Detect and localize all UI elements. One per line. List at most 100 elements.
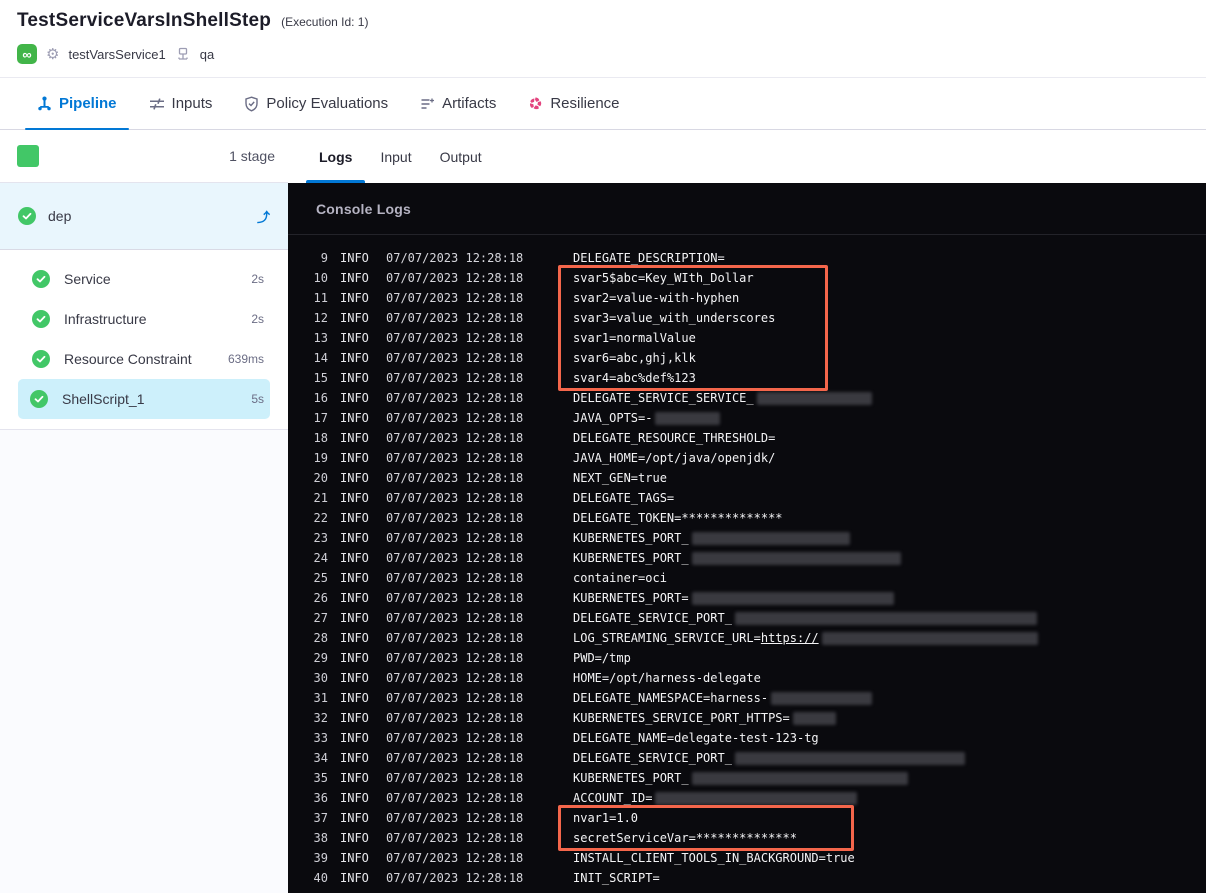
service-name[interactable]: testVarsService1 (68, 47, 165, 62)
log-level: INFO (340, 491, 369, 505)
log-level: INFO (340, 291, 369, 305)
log-message-text: DELEGATE_SERVICE_PORT_ (573, 751, 732, 765)
tab-artifacts[interactable]: Artifacts (408, 78, 508, 129)
log-line-number: 11 (313, 291, 328, 305)
log-line-number: 39 (313, 851, 328, 865)
log-tab-logs[interactable]: Logs (305, 130, 367, 183)
log-level: INFO (340, 611, 369, 625)
log-message-text: DELEGATE_TOKEN=************** (573, 511, 783, 525)
log-line: 16 INFO 07/07/2023 12:28:18 DELEGATE_SERVIC… (288, 388, 1206, 408)
log-line: 11 INFO 07/07/2023 12:28:18 svar2=value-wit… (288, 288, 1206, 308)
log-message: svar5$abc=Key_WIth_Dollar (573, 271, 754, 285)
console-log-lines[interactable]: 9 INFO 07/07/2023 12:28:18 DELEGATE_DESCRIP… (288, 248, 1206, 888)
log-line: 24 INFO 07/07/2023 12:28:18 KUBERNETES_PORT… (288, 548, 1206, 568)
log-timestamp: 07/07/2023 12:28:18 (386, 771, 524, 785)
redacted-value (756, 391, 872, 405)
log-line: 37 INFO 07/07/2023 12:28:18 nvar1=1.0 (288, 808, 1206, 828)
chevron-up-icon[interactable]: ⤴ (257, 207, 270, 226)
environment-name[interactable]: qa (200, 47, 214, 62)
check-circle-icon (30, 390, 48, 408)
step-duration: 5s (251, 392, 264, 406)
log-level: INFO (340, 411, 369, 425)
sidebar-item-infrastructure[interactable]: Infrastructure 2s (2, 299, 286, 339)
step-duration: 2s (251, 312, 264, 326)
tab-pipeline[interactable]: Pipeline (25, 78, 129, 130)
sidebar-item-service[interactable]: Service 2s (2, 259, 286, 299)
log-line-number: 23 (313, 531, 328, 545)
log-line-number: 35 (313, 771, 328, 785)
log-line-number: 26 (313, 591, 328, 605)
log-tab-input[interactable]: Input (377, 130, 414, 183)
log-message: KUBERNETES_PORT_ (573, 531, 850, 545)
log-line: 9 INFO 07/07/2023 12:28:18 DELEGATE_DESCRIP… (288, 248, 1206, 268)
log-message-text: KUBERNETES_PORT_ (573, 771, 689, 785)
log-link[interactable]: https:// (761, 631, 819, 645)
log-timestamp: 07/07/2023 12:28:18 (386, 871, 524, 885)
log-line: 23 INFO 07/07/2023 12:28:18 KUBERNETES_PORT… (288, 528, 1206, 548)
log-message-text: svar6=abc,ghj,klk (573, 351, 696, 365)
tab-label: Artifacts (442, 95, 497, 112)
log-message-text: KUBERNETES_SERVICE_PORT_HTTPS= (573, 711, 790, 725)
log-line-number: 25 (313, 571, 328, 585)
log-message-text: NEXT_GEN=true (573, 471, 667, 485)
log-message: NEXT_GEN=true (573, 471, 667, 485)
log-message: DELEGATE_NAMESPACE=harness- (573, 691, 873, 705)
log-line-number: 14 (313, 351, 328, 365)
tab-resilience[interactable]: Resilience (516, 78, 631, 129)
log-message: svar4=abc%def%123 (573, 371, 696, 385)
log-message-text: secretServiceVar=************** (573, 831, 797, 845)
redacted-value (821, 631, 1038, 645)
log-line-number: 34 (313, 751, 328, 765)
check-circle-icon (32, 350, 50, 368)
log-message-text: JAVA_OPTS=- (573, 411, 653, 425)
log-timestamp: 07/07/2023 12:28:18 (386, 811, 524, 825)
log-message: KUBERNETES_PORT= (573, 591, 894, 605)
log-line-number: 9 (320, 251, 328, 265)
log-message-text: ACCOUNT_ID= (573, 791, 653, 805)
pipeline-icon (37, 96, 52, 111)
log-line: 12 INFO 07/07/2023 12:28:18 svar3=value_wit… (288, 308, 1206, 328)
sidebar-item-resource-constraint[interactable]: Resource Constraint 639ms (2, 339, 286, 379)
log-line-number: 10 (313, 271, 328, 285)
log-message-text: INSTALL_CLIENT_TOOLS_IN_BACKGROUND=true (573, 851, 855, 865)
log-timestamp: 07/07/2023 12:28:18 (386, 371, 524, 385)
check-circle-icon (32, 310, 50, 328)
log-message: DELEGATE_RESOURCE_THRESHOLD= (573, 431, 775, 445)
log-timestamp: 07/07/2023 12:28:18 (386, 291, 524, 305)
log-timestamp: 07/07/2023 12:28:18 (386, 311, 524, 325)
log-line: 26 INFO 07/07/2023 12:28:18 KUBERNETES_PORT… (288, 588, 1206, 608)
log-level: INFO (340, 311, 369, 325)
log-line-number: 12 (313, 311, 328, 325)
tab-label: Pipeline (59, 95, 117, 112)
log-message: DELEGATE_SERVICE_PORT_ (573, 751, 965, 765)
log-line: 22 INFO 07/07/2023 12:28:18 DELEGATE_TOKEN=… (288, 508, 1206, 528)
stage-group-dep[interactable]: dep ⤴ (0, 183, 288, 250)
log-timestamp: 07/07/2023 12:28:18 (386, 391, 524, 405)
log-timestamp: 07/07/2023 12:28:18 (386, 751, 524, 765)
log-timestamp: 07/07/2023 12:28:18 (386, 631, 524, 645)
environment-icon (175, 46, 191, 62)
log-line: 33 INFO 07/07/2023 12:28:18 DELEGATE_NAME=d… (288, 728, 1206, 748)
inputs-icon (149, 97, 165, 111)
log-timestamp: 07/07/2023 12:28:18 (386, 271, 524, 285)
check-circle-icon (32, 270, 50, 288)
log-message: svar2=value-with-hyphen (573, 291, 739, 305)
sidebar-item-shellscript-1[interactable]: ShellScript_1 5s (18, 379, 270, 419)
log-message-text: INIT_SCRIPT= (573, 871, 660, 885)
tab-inputs[interactable]: Inputs (137, 78, 225, 129)
step-label: Resource Constraint (64, 351, 192, 367)
log-level: INFO (340, 791, 369, 805)
log-timestamp: 07/07/2023 12:28:18 (386, 831, 524, 845)
log-line: 34 INFO 07/07/2023 12:28:18 DELEGATE_SERVIC… (288, 748, 1206, 768)
log-timestamp: 07/07/2023 12:28:18 (386, 611, 524, 625)
main-tab-bar: Pipeline Inputs Policy Evaluations Artifact… (0, 78, 1206, 130)
tab-policy-evaluations[interactable]: Policy Evaluations (232, 78, 400, 129)
log-message: KUBERNETES_SERVICE_PORT_HTTPS= (573, 711, 836, 725)
log-line-number: 21 (313, 491, 328, 505)
log-line-number: 24 (313, 551, 328, 565)
log-tab-output[interactable]: Output (437, 130, 485, 183)
log-line-number: 29 (313, 651, 328, 665)
log-message-text: container=oci (573, 571, 667, 585)
redacted-value (691, 531, 850, 545)
log-level: INFO (340, 451, 369, 465)
